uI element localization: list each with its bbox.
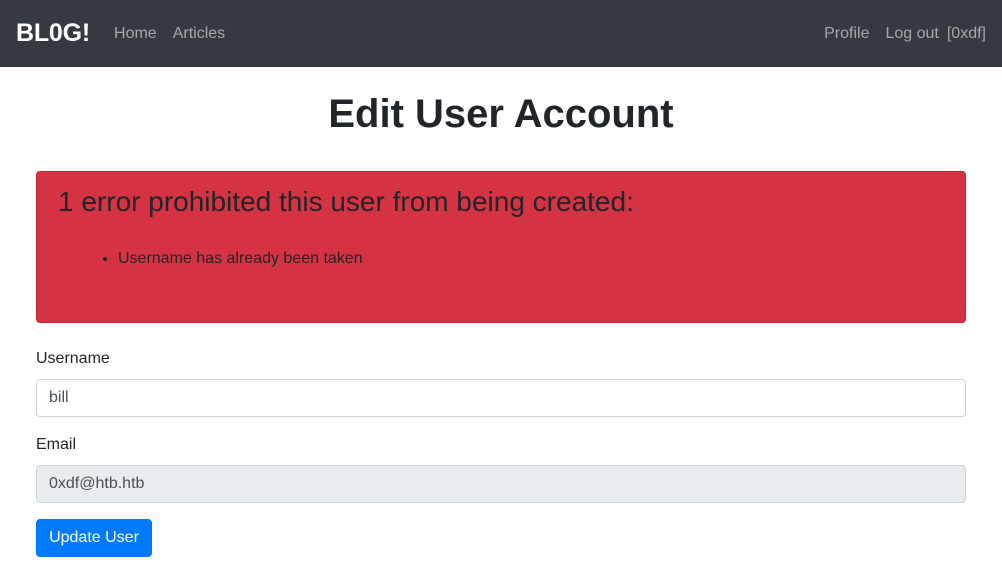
- username-label: Username: [36, 350, 110, 367]
- nav-link-profile[interactable]: Profile: [824, 25, 869, 43]
- nav-link-logout[interactable]: Log out: [885, 25, 938, 43]
- nav-link-articles[interactable]: Articles: [173, 25, 225, 43]
- page-title: Edit User Account: [328, 92, 674, 136]
- error-alert: 1 error prohibited this user from being …: [36, 171, 966, 323]
- nav-left: Home Articles: [114, 25, 241, 43]
- email-label: Email: [36, 436, 77, 453]
- current-user-tag: [0xdf]: [946, 24, 986, 42]
- top-navbar: BL0G! Home Articles Profile Log out [0xd…: [0, 0, 1002, 67]
- nav-right: Profile Log out [0xdf]: [808, 25, 986, 43]
- brand-logo[interactable]: BL0G!: [16, 19, 90, 48]
- error-list-item: Username has already been taken: [118, 249, 944, 269]
- error-list: Username has already been taken: [58, 249, 944, 269]
- username-input[interactable]: [36, 379, 966, 417]
- error-alert-heading: 1 error prohibited this user from being …: [58, 186, 634, 217]
- nav-link-home[interactable]: Home: [114, 25, 157, 43]
- email-input[interactable]: [36, 465, 966, 503]
- update-user-button[interactable]: Update User: [36, 519, 152, 557]
